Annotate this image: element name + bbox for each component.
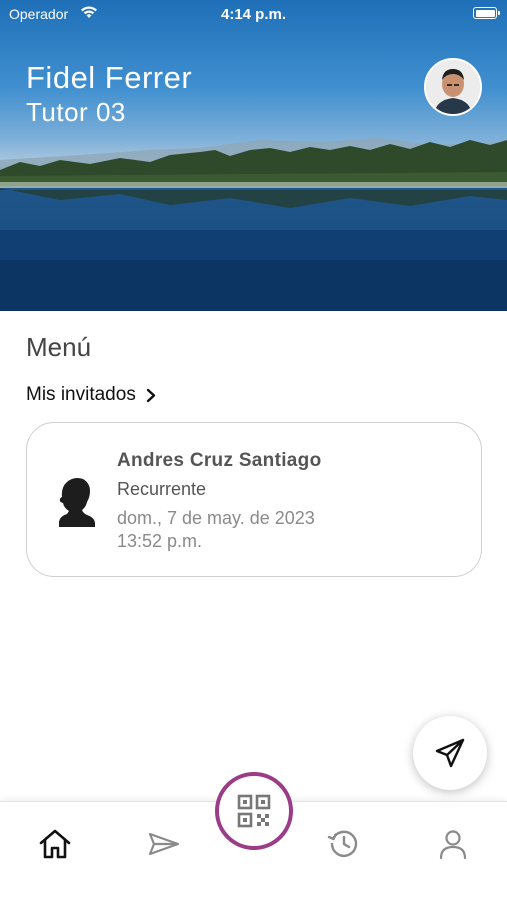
menu-title: Menú xyxy=(26,332,92,362)
status-bar: Operador 4:14 p.m. xyxy=(0,0,507,28)
guest-type: Recurrente xyxy=(117,479,207,499)
guest-silhouette-icon xyxy=(59,478,95,527)
my-guests-label: Mis invitados xyxy=(26,384,136,405)
qr-scan-button[interactable] xyxy=(215,772,293,850)
chevron-right-icon xyxy=(146,388,156,402)
nav-home[interactable] xyxy=(35,824,75,864)
status-time: 4:14 p.m. xyxy=(220,6,287,23)
nav-history[interactable] xyxy=(324,824,364,864)
user-name: Fidel Ferrer xyxy=(26,60,193,95)
send-icon xyxy=(148,832,180,856)
avatar[interactable] xyxy=(424,58,482,116)
nav-profile[interactable] xyxy=(433,824,473,864)
qr-code-icon xyxy=(237,794,271,828)
header-banner: Operador 4:14 p.m. Fidel Ferrer Tutor 03 xyxy=(0,0,507,311)
landscape-background-image xyxy=(0,138,507,311)
history-icon xyxy=(327,830,358,857)
guest-name: Andres Cruz Santiago xyxy=(117,450,322,471)
home-icon xyxy=(39,829,71,859)
guest-time: 13:52 p.m. xyxy=(117,531,203,551)
guest-date: dom., 7 de may. de 2023 xyxy=(117,508,315,528)
my-guests-link[interactable]: Mis invitados xyxy=(26,384,156,406)
nav-send[interactable] xyxy=(143,824,183,864)
battery-icon xyxy=(473,7,500,19)
profile-icon xyxy=(439,830,467,860)
send-invitation-button[interactable] xyxy=(413,716,487,790)
guest-card[interactable]: Andres Cruz Santiago Recurrente dom., 7 … xyxy=(26,422,482,577)
avatar-photo xyxy=(426,60,480,114)
send-icon xyxy=(435,738,465,768)
user-role: Tutor 03 xyxy=(26,97,126,127)
